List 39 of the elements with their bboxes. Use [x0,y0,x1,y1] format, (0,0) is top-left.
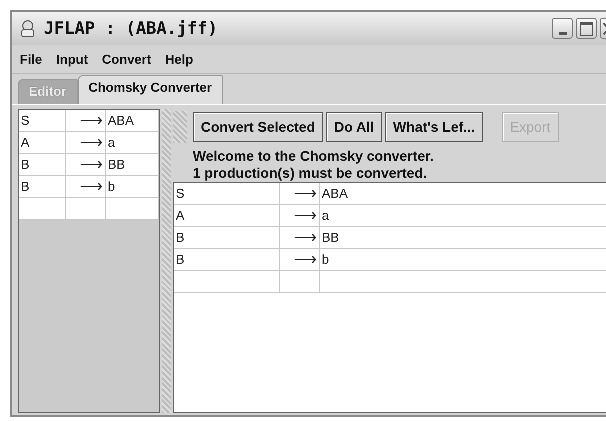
button[interactable]: Convert Selected [193,112,324,142]
menu-item[interactable]: File [20,52,42,66]
table-cell: ABA [106,110,158,132]
toolbar-grip[interactable] [173,111,187,143]
table-cell: A [19,132,66,154]
table-cell: a [106,132,158,154]
window-title: JFLAP : (ABA.jff) [44,18,219,38]
table-cell: a [320,204,606,226]
table-cell: ABA [320,183,606,204]
table-cell: B [19,176,66,198]
table-cell: b [320,248,606,270]
menu-item[interactable]: Convert [102,52,152,66]
menu-item[interactable]: Help [165,52,194,66]
minimize-icon[interactable] [552,18,573,39]
arrow-cell: ⟶ [66,110,106,132]
tab[interactable]: Chomsky Converter [78,75,224,104]
table-cell: S [19,110,66,132]
status-message: 1 production(s) must be converted. [193,165,428,182]
arrow-cell: ⟶ [66,132,106,154]
splitter-handle[interactable] [162,109,171,413]
arrow-cell: ⟶ [66,154,106,176]
table-cell: B [19,154,66,176]
table-cell: BB [320,226,606,248]
table-cell: S [174,183,280,204]
status-message: Welcome to the Chomsky converter. [193,148,435,165]
arrow-cell: ⟶ [280,183,320,204]
table-cell: BB [106,154,158,176]
button[interactable]: Do All [326,112,382,142]
arrow-cell: ⟶ [280,248,320,270]
table-cell: B [174,248,280,270]
table-cell: b [106,176,158,198]
arrow-cell: ⟶ [66,176,106,198]
button[interactable]: What's Lef... [385,112,484,142]
menu-item[interactable]: Input [56,52,88,66]
arrow-cell: ⟶ [280,204,320,226]
maximize-icon[interactable] [576,18,597,39]
table-cell: B [174,226,280,248]
table-cell: A [174,204,280,226]
arrow-cell: ⟶ [280,226,320,248]
